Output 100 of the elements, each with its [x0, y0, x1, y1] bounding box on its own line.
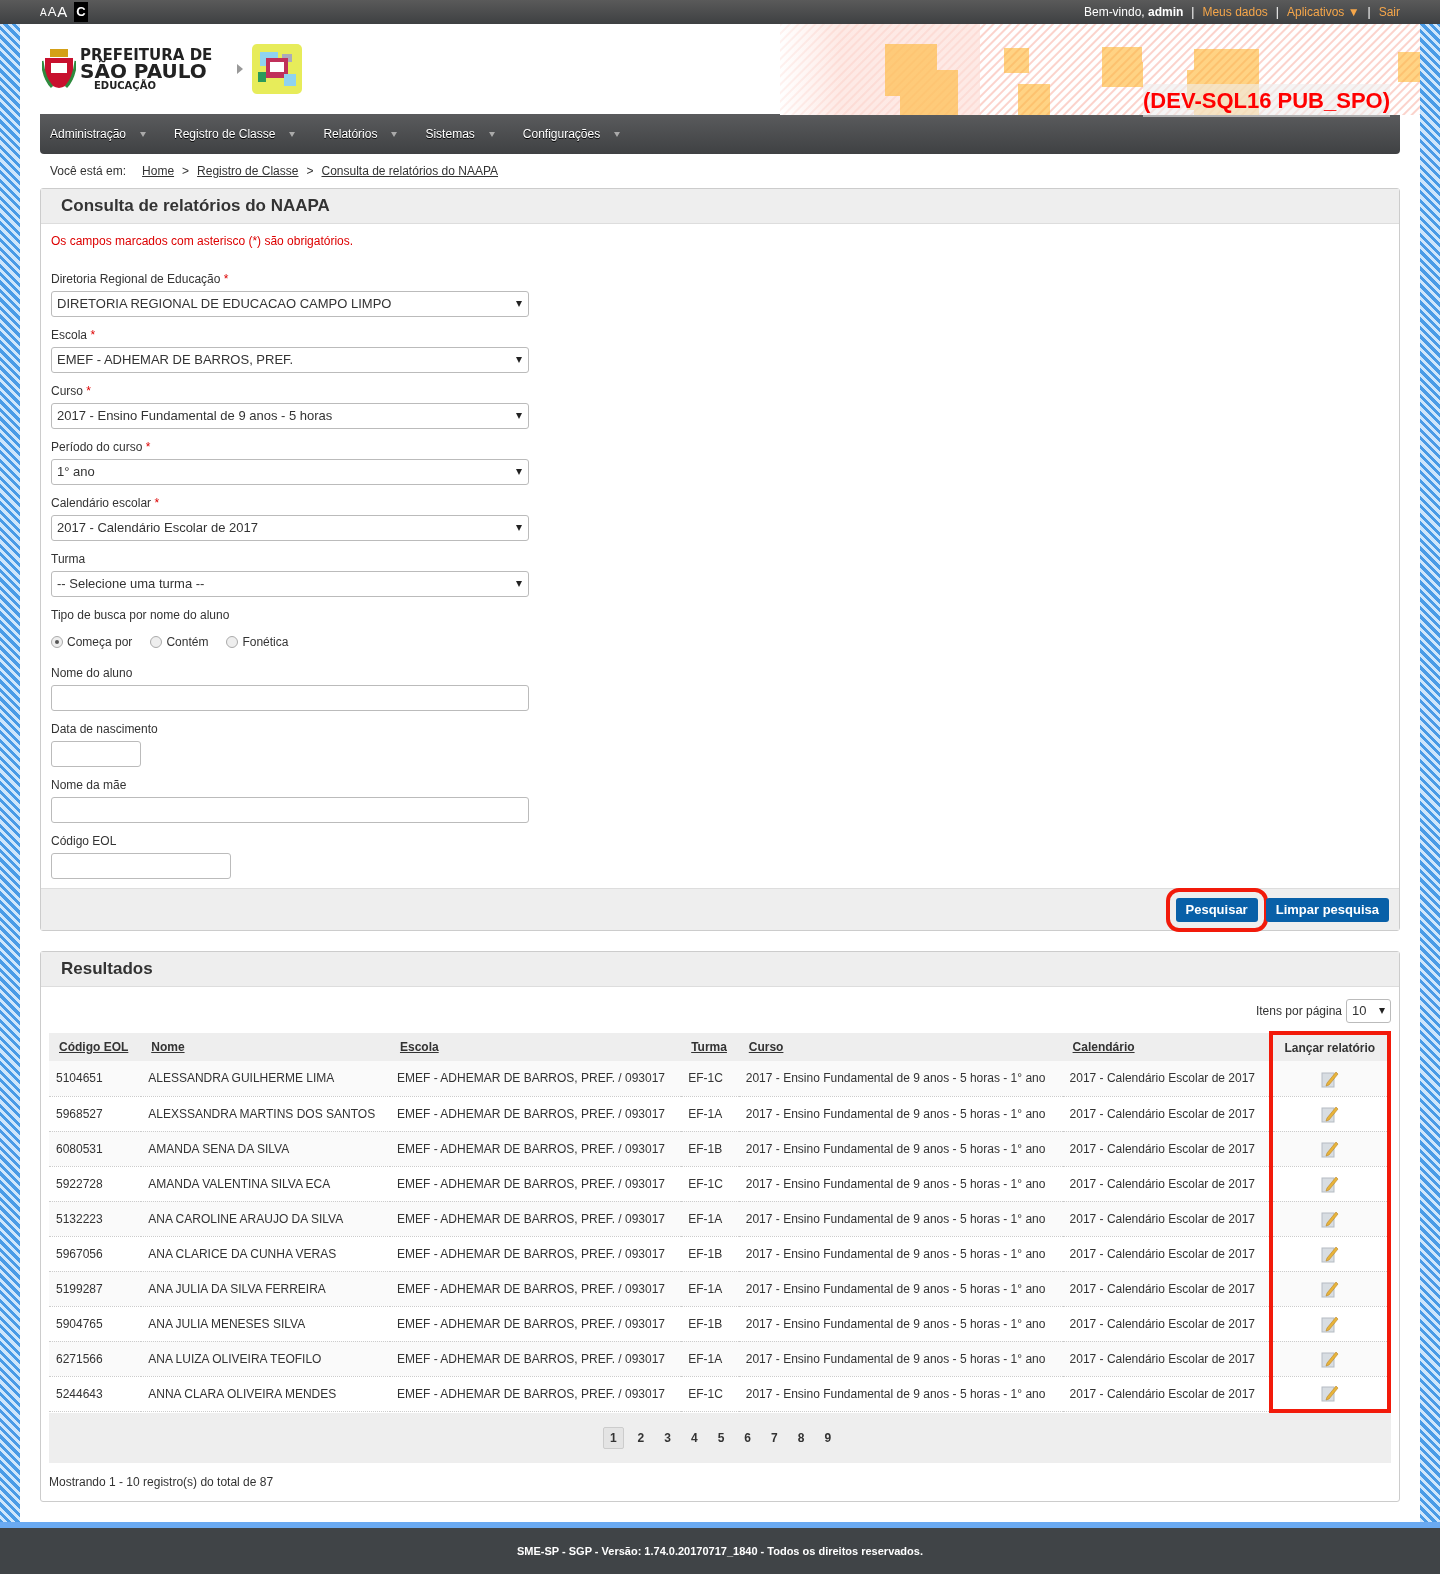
table-cell: 2017 - Ensino Fundamental de 9 anos - 5 horas - 1° ano	[738, 1201, 1063, 1236]
column-sort-link[interactable]: Nome	[151, 1040, 185, 1054]
page-link[interactable]: 9	[818, 1428, 838, 1448]
edit-note-icon[interactable]	[1320, 1069, 1339, 1088]
edit-note-icon[interactable]	[1320, 1384, 1339, 1403]
edit-note-icon[interactable]	[1320, 1139, 1339, 1158]
menu-item[interactable]: Registro de Classe	[174, 125, 296, 144]
edit-note-icon[interactable]	[1320, 1349, 1339, 1368]
clear-button[interactable]: Limpar pesquisa	[1265, 897, 1389, 922]
column-sort-link[interactable]: Escola	[399, 1040, 439, 1054]
select-field[interactable]: 1° ano	[51, 459, 529, 485]
column-sort-link[interactable]: Curso	[748, 1040, 784, 1054]
chevron-icon	[236, 64, 245, 75]
radio-icon[interactable]	[51, 636, 63, 648]
separator: |	[1275, 4, 1279, 21]
table-cell: ALESSANDRA GUILHERME LIMA	[141, 1061, 390, 1096]
input-field[interactable]	[51, 853, 231, 879]
breadcrumb-label: Você está em:	[50, 163, 127, 181]
logo-text: EDUCAÇÃO	[93, 81, 157, 91]
coat-of-arms-icon	[42, 49, 76, 90]
table-cell: 2017 - Calendário Escolar de 2017	[1062, 1271, 1271, 1306]
breadcrumb-link[interactable]: Home	[142, 162, 175, 181]
table-cell: EF-1A	[681, 1341, 739, 1376]
table-cell: 5104651	[49, 1061, 142, 1096]
table-cell: 5132223	[49, 1201, 142, 1236]
column-header: Lançar relatório	[1284, 1041, 1376, 1055]
radio-icon[interactable]	[226, 636, 239, 648]
edit-note-icon[interactable]	[1320, 1279, 1339, 1298]
breadcrumb-separator: >	[182, 163, 190, 181]
select-field[interactable]: EMEF - ADHEMAR DE BARROS, PREF.	[51, 347, 529, 373]
dropdown-arrow-icon	[516, 581, 522, 587]
table-cell: 5244643	[49, 1376, 142, 1411]
column-sort-link[interactable]: Calendário	[1072, 1040, 1135, 1054]
menu-item[interactable]: Configurações	[522, 125, 621, 144]
page-link[interactable]: 3	[658, 1428, 677, 1448]
table-cell: 2017 - Calendário Escolar de 2017	[1062, 1061, 1271, 1096]
caret-icon	[488, 131, 495, 137]
page-link[interactable]: 8	[791, 1428, 811, 1448]
menu-item[interactable]: Relatórios	[323, 125, 398, 144]
table-cell: ANA LUIZA OLIVEIRA TEOFILO	[141, 1341, 390, 1376]
select-field[interactable]: -- Selecione uma turma --	[51, 571, 529, 597]
radio-icon[interactable]	[150, 636, 163, 648]
contrast-button[interactable]: C	[74, 2, 88, 22]
radio-option[interactable]: Começa por	[51, 633, 133, 651]
field-label: Calendário escolar *	[51, 495, 161, 512]
page-link[interactable]: 5	[711, 1428, 731, 1448]
field-label: Curso *	[51, 383, 93, 400]
top-link[interactable]: Aplicativos ▼	[1286, 3, 1360, 21]
font-size-button[interactable]: A	[57, 0, 68, 24]
field-label: Código EOL	[51, 833, 118, 850]
radio-option[interactable]: Fonética	[226, 633, 289, 651]
table-cell: 2017 - Calendário Escolar de 2017	[1062, 1131, 1271, 1166]
required-mark: *	[223, 272, 229, 286]
required-mark: *	[154, 496, 160, 510]
breadcrumb-separator: >	[306, 163, 314, 181]
page-link[interactable]: 7	[765, 1428, 784, 1448]
results-summary: Mostrando 1 - 10 registro(s) do total de 87	[49, 1474, 275, 1491]
font-size-button[interactable]: A	[47, 2, 57, 22]
input-field[interactable]	[51, 797, 529, 823]
field-label: Nome da mãe	[51, 777, 128, 794]
table-cell: 2017 - Calendário Escolar de 2017	[1062, 1201, 1271, 1236]
breadcrumb-link[interactable]: Registro de Classe	[197, 162, 299, 181]
radio-label: Fonética	[242, 634, 289, 651]
menu-item[interactable]: Administração	[50, 125, 147, 144]
edit-note-icon[interactable]	[1320, 1244, 1339, 1263]
input-field[interactable]	[51, 685, 529, 711]
table-cell: AMANDA SENA DA SILVA	[141, 1131, 390, 1166]
input-field[interactable]	[51, 741, 141, 767]
edit-note-icon[interactable]	[1320, 1104, 1339, 1123]
table-cell: 2017 - Ensino Fundamental de 9 anos - 5 horas - 1° ano	[738, 1271, 1063, 1306]
menu-item[interactable]: Sistemas	[425, 125, 495, 144]
table-cell: ANA CAROLINE ARAUJO DA SILVA	[141, 1201, 390, 1236]
top-link[interactable]: Meus dados	[1202, 3, 1268, 21]
top-link[interactable]: Sair	[1378, 3, 1400, 21]
edit-note-icon[interactable]	[1320, 1209, 1339, 1228]
table-cell: 2017 - Ensino Fundamental de 9 anos - 5 horas - 1° ano	[738, 1131, 1063, 1166]
table-cell: EF-1A	[681, 1271, 739, 1306]
edit-note-icon[interactable]	[1320, 1174, 1339, 1193]
select-field[interactable]: 2017 - Ensino Fundamental de 9 anos - 5 horas	[51, 403, 529, 429]
edit-note-icon[interactable]	[1320, 1314, 1339, 1333]
dropdown-arrow-icon	[516, 525, 522, 531]
page-link[interactable]: 2	[631, 1428, 651, 1448]
page-link[interactable]: 1	[602, 1427, 624, 1449]
radio-label: Contém	[166, 634, 209, 651]
select-field[interactable]: 2017 - Calendário Escolar de 2017	[51, 515, 529, 541]
page-size-select[interactable]: 10	[1346, 999, 1391, 1023]
search-button[interactable]: Pesquisar	[1175, 897, 1258, 922]
page-link[interactable]: 6	[738, 1428, 758, 1448]
dropdown-arrow-icon	[516, 469, 522, 475]
caret-icon	[140, 131, 147, 137]
breadcrumb-link[interactable]: Consulta de relatórios do NAAPA	[321, 162, 499, 181]
table-cell: EMEF - ADHEMAR DE BARROS, PREF. / 093017	[389, 1061, 682, 1096]
select-field[interactable]: DIRETORIA REGIONAL DE EDUCACAO CAMPO LIMPO	[51, 291, 529, 317]
radio-option[interactable]: Contém	[150, 633, 209, 651]
font-size-button[interactable]: A	[40, 4, 47, 20]
page-link[interactable]: 4	[684, 1428, 704, 1448]
required-note: Os campos marcados com asterisco (*) são obrigatórios.	[50, 233, 355, 250]
table-cell: 2017 - Ensino Fundamental de 9 anos - 5 horas - 1° ano	[738, 1341, 1063, 1376]
table-cell: ANA JULIA DA SILVA FERREIRA	[141, 1271, 390, 1306]
separator: |	[1191, 4, 1195, 21]
